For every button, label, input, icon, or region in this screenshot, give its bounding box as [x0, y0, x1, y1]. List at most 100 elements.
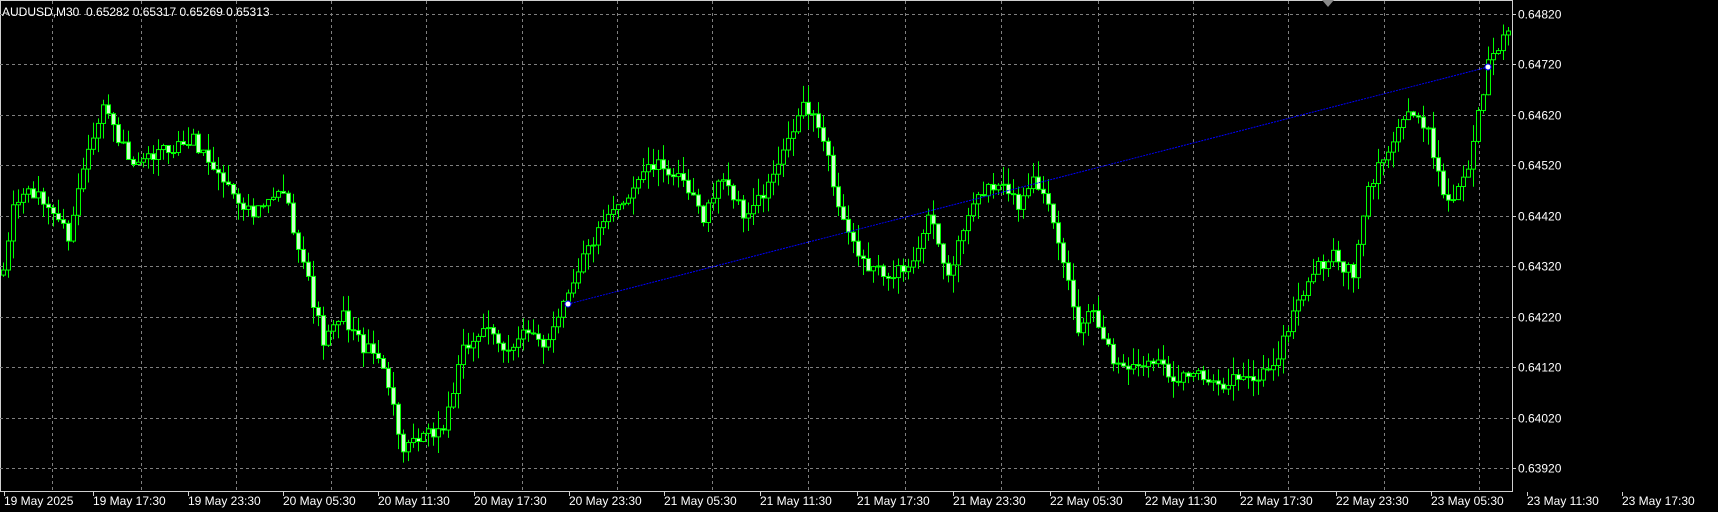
bull-candle [1131, 364, 1136, 370]
bear-candle [681, 173, 686, 181]
price-label: 0.64120 [1518, 361, 1562, 375]
bear-candle [186, 144, 191, 147]
bull-candle [556, 316, 561, 328]
bear-candle [106, 104, 111, 115]
chart-shift-marker-icon[interactable] [1322, 0, 1334, 7]
bull-candle [11, 204, 16, 242]
bull-candle [486, 327, 491, 330]
bear-candle [981, 194, 986, 197]
bull-candle [76, 188, 81, 216]
chart-frame [0, 0, 1513, 492]
bull-candle [1381, 159, 1386, 164]
bull-candle [586, 245, 591, 255]
time-label: 21 May 11:30 [760, 494, 832, 508]
bull-candle [1001, 183, 1006, 186]
bear-candle [1051, 203, 1056, 224]
bear-candle [1041, 188, 1046, 195]
bear-candle [431, 428, 436, 438]
bear-candle [836, 186, 841, 208]
bull-candle [446, 406, 451, 431]
bear-candle [536, 333, 541, 340]
bull-candle [1306, 281, 1311, 296]
bull-candle [921, 232, 926, 249]
bull-candle [811, 113, 816, 116]
trendline-anchor-icon[interactable] [564, 300, 572, 308]
price-label: 0.64420 [1518, 210, 1562, 224]
bull-candle [1296, 299, 1301, 312]
bull-candle [471, 340, 476, 349]
bull-candle [81, 168, 86, 190]
bear-candle [821, 127, 826, 142]
bear-candle [1251, 376, 1256, 382]
bull-candle [1081, 322, 1086, 334]
bull-candle [956, 240, 961, 266]
time-label: 20 May 11:30 [378, 494, 450, 508]
bull-candle [1156, 359, 1161, 365]
bear-candle [316, 306, 321, 317]
bear-candle [1176, 380, 1181, 383]
bear-candle [701, 205, 706, 224]
bull-candle [101, 104, 106, 124]
price-label: 0.64820 [1518, 8, 1562, 22]
bull-candle [871, 266, 876, 272]
bull-candle [36, 191, 41, 199]
bull-candle [791, 131, 796, 139]
bear-candle [386, 367, 391, 389]
grid [0, 0, 1513, 492]
bull-candle [631, 187, 636, 199]
bear-candle [696, 194, 701, 207]
bull-candle [1311, 273, 1316, 283]
time-label: 20 May 17:30 [474, 494, 547, 508]
bear-candle [1186, 372, 1191, 377]
bear-candle [61, 219, 66, 224]
bull-candle [911, 260, 916, 268]
bull-candle [1, 269, 6, 276]
chart-window[interactable]: 0.64820 0.64720 0.64620 0.64520 0.64420 0.643… [0, 0, 1718, 512]
bull-candle [271, 196, 276, 200]
bear-candle [321, 315, 326, 346]
bear-candle [1416, 115, 1421, 118]
bear-candle [56, 213, 61, 221]
bull-candle [546, 339, 551, 348]
axes: 0.64820 0.64720 0.64620 0.64520 0.64420 0.643… [4, 8, 1695, 508]
bull-candle [246, 205, 251, 210]
bull-candle [656, 159, 661, 171]
bull-candle [21, 193, 26, 203]
bull-candle [461, 344, 466, 366]
bull-candle [771, 173, 776, 183]
bear-candle [841, 206, 846, 220]
bull-candle [1271, 365, 1276, 371]
price-chart[interactable]: 0.64820 0.64720 0.64620 0.64520 0.64420 0.643… [0, 0, 1718, 512]
bear-candle [311, 275, 316, 308]
bear-candle [1046, 193, 1051, 205]
bear-candle [1266, 368, 1271, 371]
bull-candle [1506, 30, 1511, 36]
bear-candle [501, 342, 506, 351]
price-label: 0.63920 [1518, 462, 1562, 476]
bear-candle [1066, 262, 1071, 281]
bull-candle [1456, 186, 1461, 201]
bull-candle [1451, 199, 1456, 202]
trendline-anchor-icon[interactable] [1484, 63, 1492, 71]
bull-candle [996, 184, 1001, 191]
bull-candle [1471, 140, 1476, 170]
bull-candle [1276, 358, 1281, 367]
bear-candle [111, 113, 116, 126]
bear-candle [651, 164, 656, 171]
bear-candle [281, 190, 286, 194]
bull-candle [276, 190, 281, 198]
bear-candle [181, 141, 186, 146]
bull-candle [1031, 176, 1036, 190]
bull-candle [926, 214, 931, 234]
bear-candle [826, 140, 831, 156]
bull-candle [141, 158, 146, 163]
bull-candle [1191, 373, 1196, 377]
bull-candle [1211, 380, 1216, 383]
bear-candle [726, 179, 731, 187]
bull-candle [1086, 311, 1091, 324]
bull-candle [751, 204, 756, 215]
price-label: 0.64020 [1518, 412, 1562, 426]
bear-candle [1101, 326, 1106, 340]
bear-candle [371, 343, 376, 354]
bull-candle [551, 326, 556, 341]
